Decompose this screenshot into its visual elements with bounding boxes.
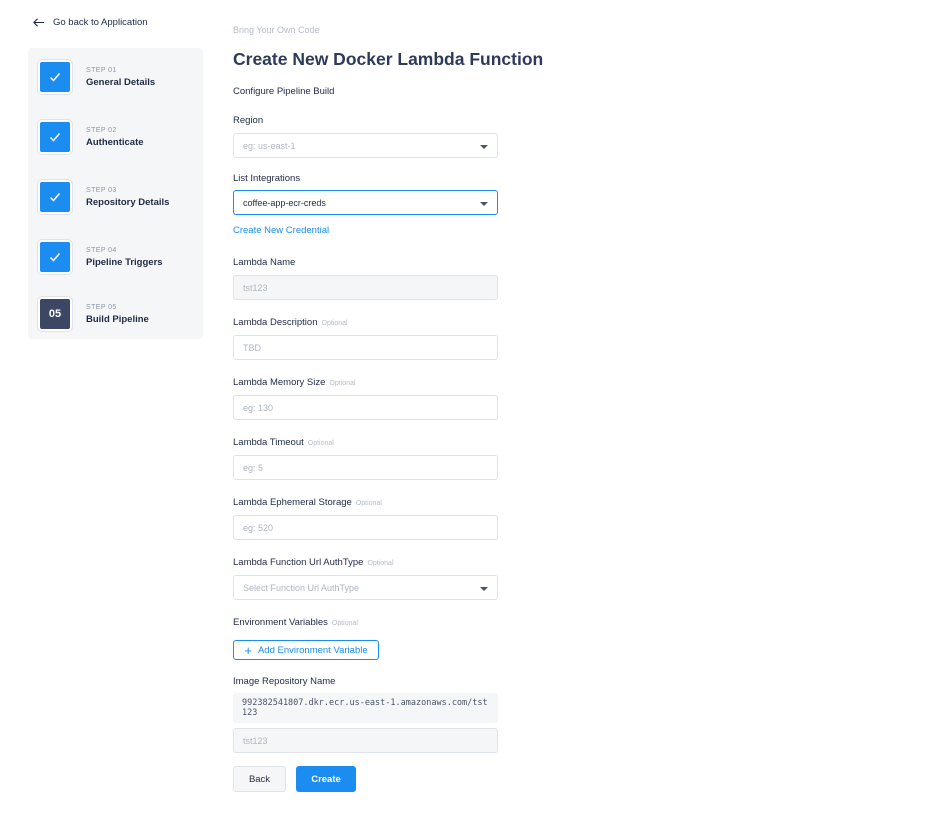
step-current-badge: 05 bbox=[38, 297, 72, 331]
lambda-description-input[interactable]: TBD bbox=[233, 335, 498, 360]
check-icon bbox=[49, 253, 61, 262]
step-label: Pipeline Triggers bbox=[86, 256, 163, 268]
lambda-name-label: Lambda Name bbox=[233, 257, 296, 268]
image-repo-label: Image Repository Name bbox=[233, 676, 336, 687]
back-button[interactable]: Back bbox=[233, 766, 286, 792]
url-authtype-select[interactable]: Select Function Url AuthType bbox=[233, 575, 498, 600]
step-item-build-pipeline[interactable]: 05 STEP 05 Build Pipeline bbox=[38, 297, 149, 331]
breadcrumb: Bring Your Own Code bbox=[233, 25, 320, 35]
add-env-variable-label: Add Environment Variable bbox=[257, 644, 368, 656]
step-label: General Details bbox=[86, 76, 156, 88]
step-number: STEP 03 bbox=[86, 186, 117, 194]
image-repo-field: tst123 bbox=[233, 728, 498, 753]
step-number: STEP 01 bbox=[86, 66, 117, 74]
step-sidebar: STEP 01 General Details STEP 02 Authenti… bbox=[28, 48, 203, 339]
image-repo-uri: 992382541807.dkr.ecr.us-east-1.amazonaws… bbox=[233, 693, 498, 723]
field-label-text: Environment Variables bbox=[233, 617, 328, 628]
step-number: STEP 04 bbox=[86, 246, 117, 254]
field-label-text: Lambda Timeout bbox=[233, 437, 304, 448]
integrations-label: List Integrations bbox=[233, 173, 301, 184]
ephemeral-storage-label: Lambda Ephemeral Storage Optional bbox=[233, 497, 382, 508]
step-number: STEP 05 bbox=[86, 303, 117, 311]
go-back-label: Go back to Application bbox=[53, 17, 148, 28]
step-item-repository-details[interactable]: STEP 03 Repository Details bbox=[38, 180, 169, 214]
field-label-text: Lambda Memory Size bbox=[233, 377, 326, 388]
field-label-text: Lambda Function Url AuthType bbox=[233, 557, 364, 568]
add-env-variable-button[interactable]: + Add Environment Variable bbox=[233, 640, 379, 660]
plus-icon: + bbox=[244, 642, 252, 658]
optional-tag: Optional bbox=[355, 500, 382, 507]
step-item-pipeline-triggers[interactable]: STEP 04 Pipeline Triggers bbox=[38, 240, 163, 274]
step-label: Authenticate bbox=[86, 136, 144, 148]
step-item-general-details[interactable]: STEP 01 General Details bbox=[38, 60, 155, 94]
optional-tag: Optional bbox=[307, 440, 334, 447]
check-icon bbox=[49, 193, 61, 202]
arrow-left-icon bbox=[33, 18, 45, 27]
memory-size-label: Lambda Memory Size Optional bbox=[233, 377, 355, 388]
timeout-input[interactable]: eg: 5 bbox=[233, 455, 498, 480]
ephemeral-storage-input[interactable]: eg: 520 bbox=[233, 515, 498, 540]
step-label: Build Pipeline bbox=[86, 313, 149, 325]
step-complete-check bbox=[38, 60, 72, 94]
step-complete-check bbox=[38, 240, 72, 274]
create-button[interactable]: Create bbox=[296, 766, 356, 792]
step-label: Repository Details bbox=[86, 196, 170, 208]
url-authtype-label: Lambda Function Url AuthType Optional bbox=[233, 557, 394, 568]
create-credential-link[interactable]: Create New Credential bbox=[233, 225, 329, 236]
section-subtitle: Configure Pipeline Build bbox=[233, 86, 335, 97]
env-vars-label: Environment Variables Optional bbox=[233, 617, 358, 628]
lambda-description-label: Lambda Description Optional bbox=[233, 317, 348, 328]
optional-tag: Optional bbox=[321, 320, 348, 327]
memory-size-input[interactable]: eg: 130 bbox=[233, 395, 498, 420]
optional-tag: Optional bbox=[331, 620, 358, 627]
integrations-select[interactable]: coffee-app-ecr-creds bbox=[233, 190, 498, 215]
region-select[interactable]: eg: us-east-1 bbox=[233, 133, 498, 158]
region-label: Region bbox=[233, 115, 264, 126]
step-number: STEP 02 bbox=[86, 126, 117, 134]
field-label-text: Lambda Description bbox=[233, 317, 318, 328]
lambda-name-field: tst123 bbox=[233, 275, 498, 300]
timeout-label: Lambda Timeout Optional bbox=[233, 437, 334, 448]
optional-tag: Optional bbox=[367, 560, 394, 567]
page-title: Create New Docker Lambda Function bbox=[233, 49, 544, 69]
step-item-authenticate[interactable]: STEP 02 Authenticate bbox=[38, 120, 144, 154]
check-icon bbox=[49, 133, 61, 142]
check-icon bbox=[49, 73, 61, 82]
optional-tag: Optional bbox=[329, 380, 356, 387]
step-complete-check bbox=[38, 180, 72, 214]
go-back-link[interactable]: Go back to Application bbox=[32, 16, 148, 29]
field-label-text: Lambda Ephemeral Storage bbox=[233, 497, 352, 508]
step-complete-check bbox=[38, 120, 72, 154]
